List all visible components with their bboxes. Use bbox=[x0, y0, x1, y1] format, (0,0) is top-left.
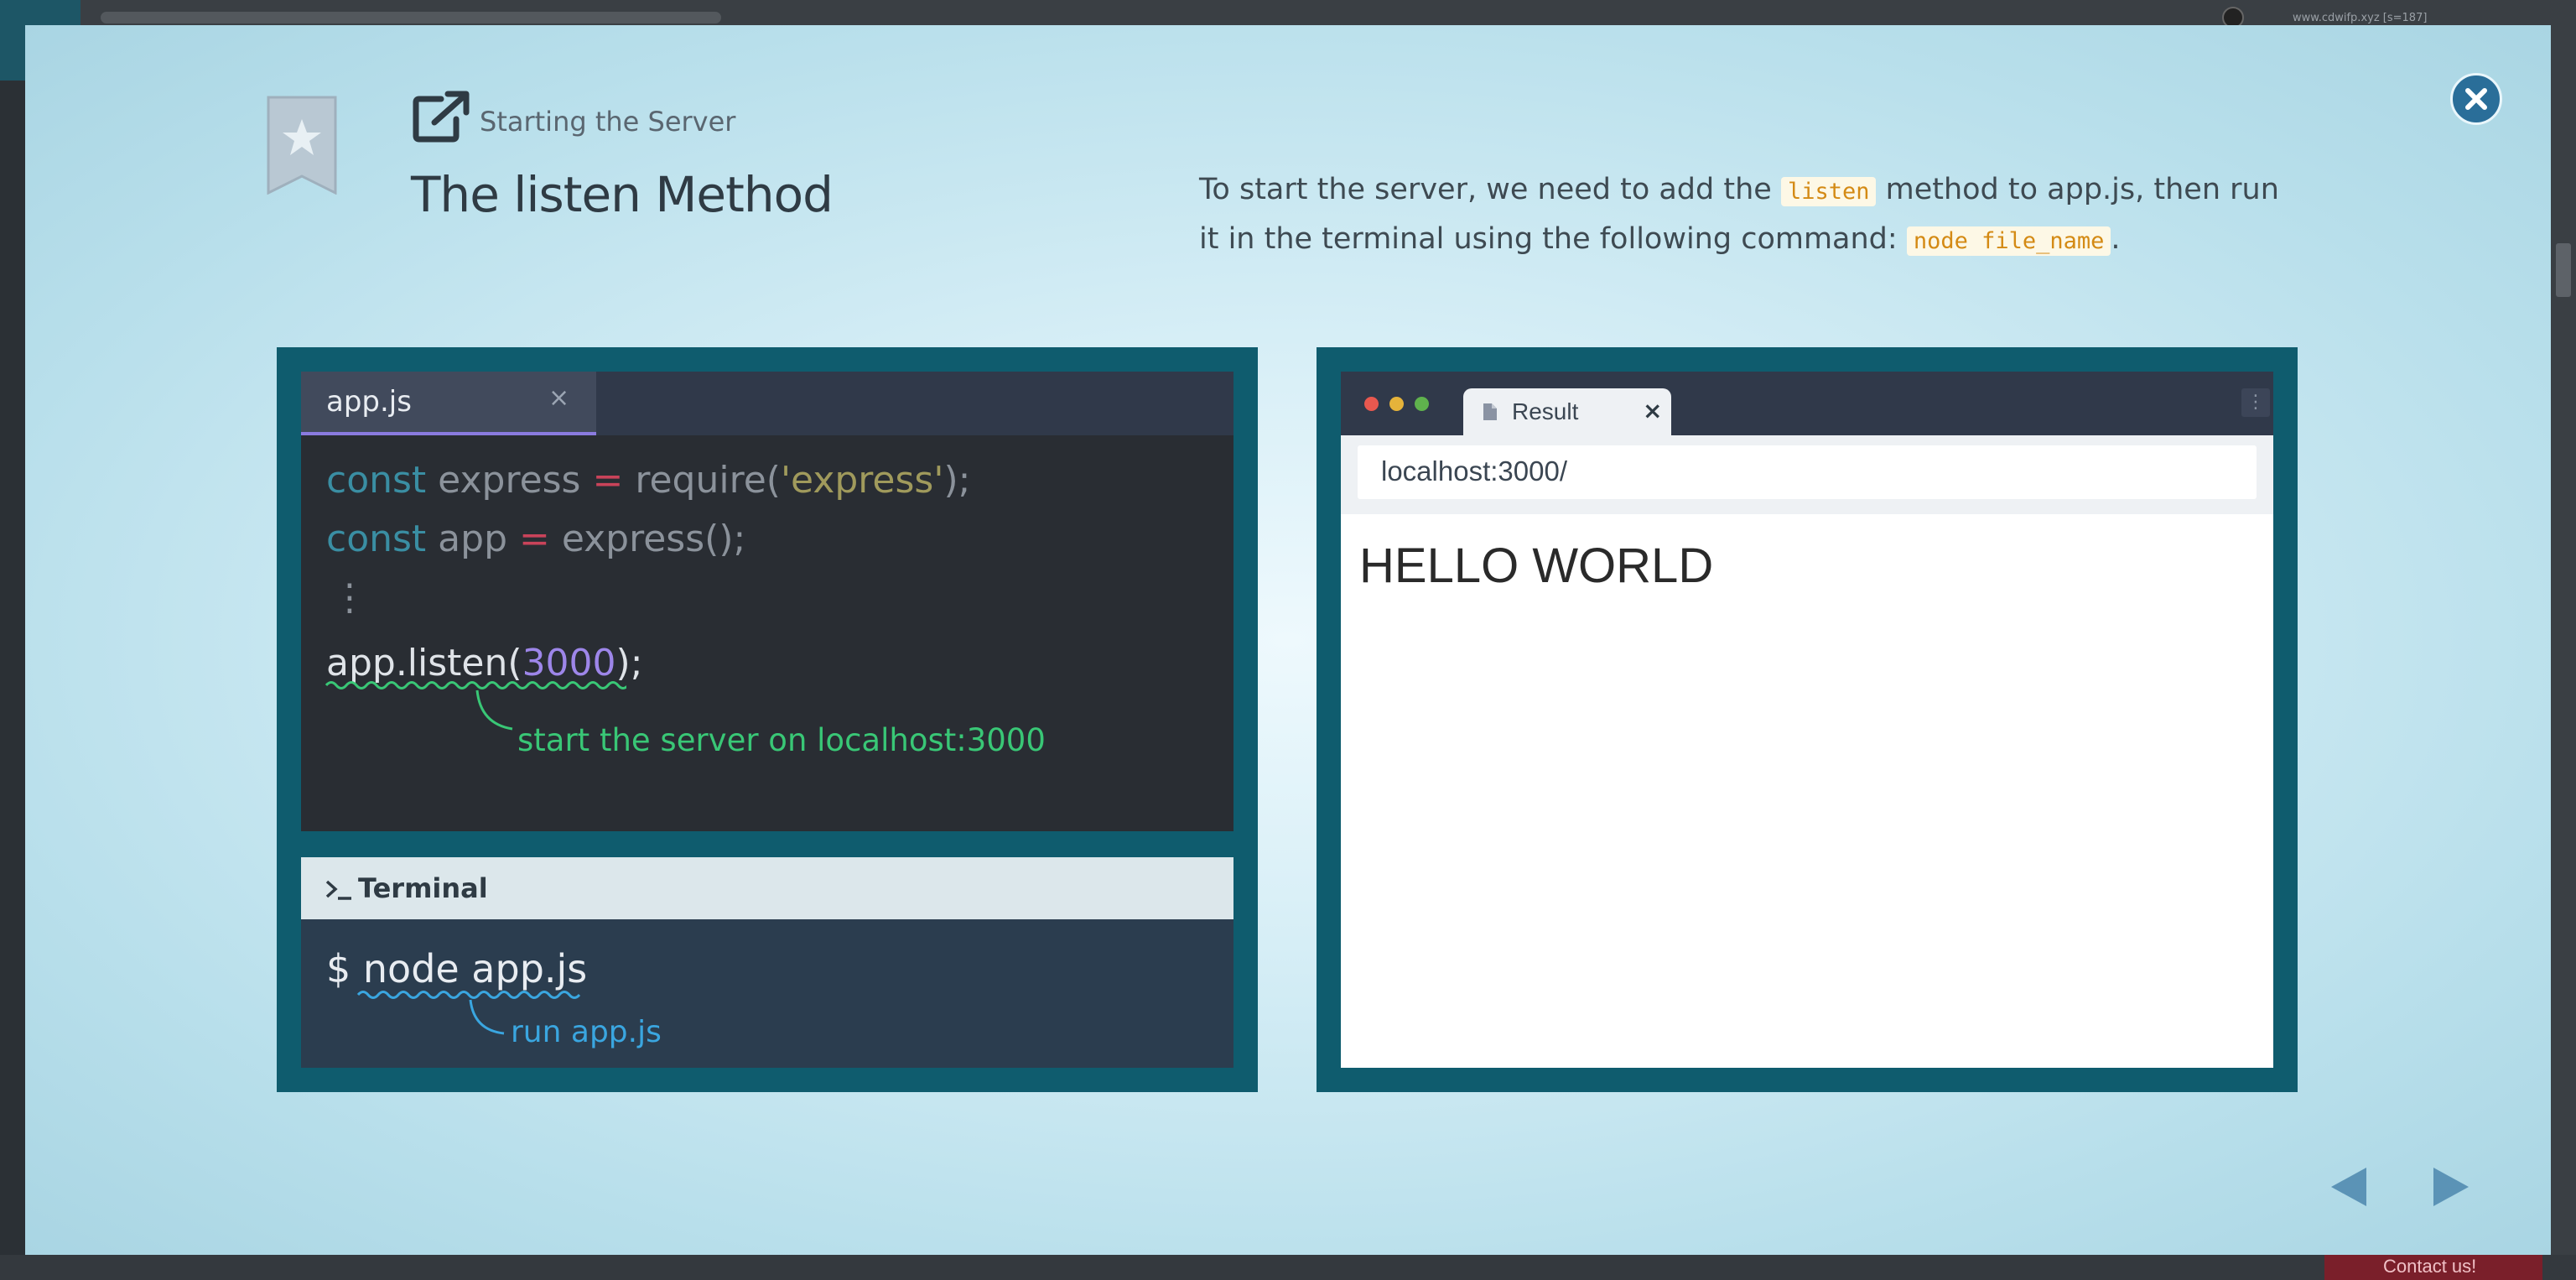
inline-code-node: node file_name bbox=[1906, 226, 2111, 256]
terminal-command: node app.js bbox=[362, 946, 588, 991]
browser-tab-label: Result bbox=[1512, 398, 1579, 424]
tab-close-icon[interactable]: × bbox=[548, 383, 569, 413]
terminal: Terminal $ node app.js run app.js bbox=[301, 857, 1233, 1068]
code-line-1: const express = require('express'); bbox=[326, 459, 971, 502]
terminal-command-line: $ node app.js bbox=[326, 946, 587, 991]
background-bottombar bbox=[0, 1255, 2576, 1280]
close-modal-button[interactable] bbox=[2450, 73, 2502, 125]
next-slide-arrow-icon[interactable] bbox=[2432, 1166, 2470, 1208]
listen-annotation: start the server on localhost:3000 bbox=[517, 722, 1046, 758]
code-block: const express = require('express'); cons… bbox=[326, 459, 970, 700]
terminal-prompt: $ bbox=[326, 946, 363, 991]
background-url-strip bbox=[101, 12, 721, 23]
address-input[interactable]: localhost:3000/ bbox=[1358, 445, 2257, 499]
address-text: localhost:3000/ bbox=[1381, 455, 1567, 487]
close-icon bbox=[2465, 88, 2487, 110]
code-line-2: const app = express(); bbox=[326, 518, 746, 560]
result-panel: Result × ⋮ localhost:3000/ HELLO WORLD bbox=[1317, 347, 2298, 1092]
slide-title: The listen Method bbox=[411, 166, 834, 223]
lesson-modal: Starting the Server The listen Method To… bbox=[25, 25, 2551, 1255]
previous-slide-arrow-icon[interactable] bbox=[2329, 1166, 2368, 1208]
external-link-icon bbox=[413, 91, 470, 143]
inline-code-listen: listen bbox=[1780, 177, 1877, 206]
background-scrollbar[interactable] bbox=[2551, 25, 2576, 1255]
contact-us-button[interactable]: Contact us! bbox=[2324, 1253, 2542, 1280]
browser-tab-result[interactable]: Result × bbox=[1463, 388, 1671, 435]
tab-label: app.js bbox=[326, 385, 412, 419]
code-panel: app.js × const express = require('expres… bbox=[277, 347, 1258, 1092]
scrollbar-thumb[interactable] bbox=[2556, 243, 2571, 297]
run-annotation: run app.js bbox=[511, 1015, 662, 1049]
window-close-dot[interactable] bbox=[1364, 397, 1379, 411]
terminal-title: Terminal bbox=[358, 872, 488, 904]
bookmark-star-icon[interactable] bbox=[267, 96, 337, 195]
code-line-ellipsis: ⋮ bbox=[331, 576, 368, 619]
desc-text-1: To start the server, we need to add the bbox=[1199, 173, 1781, 206]
terminal-prompt-icon bbox=[325, 880, 351, 900]
browser-titlebar: Result × ⋮ bbox=[1341, 372, 2273, 435]
window-maximize-dot[interactable] bbox=[1415, 397, 1429, 411]
browser-page-content: HELLO WORLD bbox=[1359, 539, 1714, 593]
slide-description: To start the server, we need to add the … bbox=[1199, 166, 2298, 265]
tab-app-js[interactable]: app.js × bbox=[301, 372, 596, 435]
document-icon bbox=[1483, 403, 1497, 420]
slide-subtitle-row: Starting the Server bbox=[413, 91, 735, 143]
browser-window: Result × ⋮ localhost:3000/ HELLO WORLD bbox=[1341, 372, 2273, 1068]
browser-address-bar: localhost:3000/ bbox=[1341, 435, 2273, 514]
window-minimize-dot[interactable] bbox=[1389, 397, 1404, 411]
code-editor: app.js × const express = require('expres… bbox=[301, 372, 1233, 831]
desc-text-3: . bbox=[2111, 222, 2121, 256]
slide-subtitle: Starting the Server bbox=[480, 106, 736, 138]
background-top-text: www.cdwifp.xyz [s=187] bbox=[2293, 12, 2428, 24]
browser-menu-icon[interactable]: ⋮ bbox=[2241, 388, 2270, 417]
browser-tab-close-icon[interactable]: × bbox=[1643, 397, 1662, 424]
terminal-header: Terminal bbox=[301, 857, 1233, 919]
editor-tabbar: app.js × bbox=[301, 372, 1233, 435]
